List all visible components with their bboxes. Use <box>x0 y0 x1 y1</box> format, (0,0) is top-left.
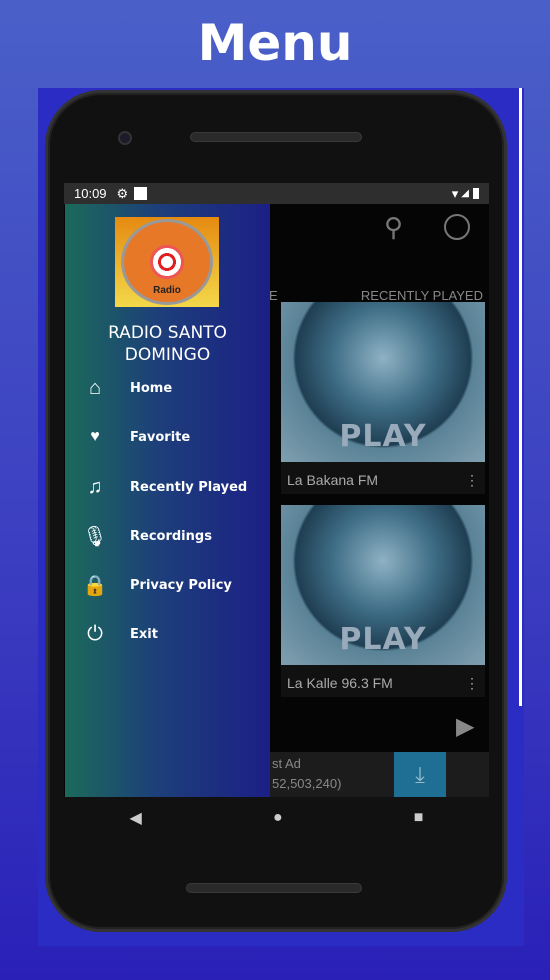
signal-icon: ◢ <box>461 188 469 199</box>
drawer-item-recently-played[interactable]: ♫ Recently Played <box>65 467 270 507</box>
more-icon[interactable]: ⋮ <box>465 675 479 692</box>
screen: 10:09 ⚙ ▾ ◢ ⚲ E RECENTLY PLAYED PLAY La … <box>64 183 489 797</box>
microphone-icon: 🎙 <box>82 525 108 548</box>
station-name: La Bakana FM <box>287 472 379 488</box>
drawer-item-exit[interactable]: ⏻ Exit <box>65 614 270 654</box>
drawer-item-recordings[interactable]: 🎙 Recordings <box>65 516 270 556</box>
more-icon[interactable]: ⋮ <box>465 472 479 489</box>
tab-partial[interactable]: E <box>269 288 278 303</box>
bottom-speaker <box>186 883 362 893</box>
station-art: PLAY <box>281 505 485 665</box>
power-icon[interactable] <box>444 214 470 240</box>
play-icon[interactable]: ▶ <box>456 712 474 741</box>
drawer-item-privacy-policy[interactable]: 🔒 Privacy Policy <box>65 565 270 605</box>
station-art: PLAY <box>281 302 485 462</box>
home-button-icon[interactable]: ● <box>273 809 283 827</box>
station-card[interactable]: PLAY La Bakana FM ⋮ <box>281 302 485 494</box>
navigation-drawer: Radio RADIO SANTO DOMINGO ⌂ Home ♥ Favorite… <box>65 204 270 797</box>
recents-icon[interactable]: ■ <box>414 809 424 827</box>
back-icon[interactable]: ◀ <box>130 808 142 828</box>
gear-icon: ⚙ <box>116 185 129 201</box>
search-icon[interactable]: ⚲ <box>384 212 403 243</box>
battery-icon <box>473 188 479 199</box>
status-time: 10:09 <box>74 186 107 201</box>
station-name: La Kalle 96.3 FM <box>287 675 393 691</box>
download-icon[interactable]: ⤓ <box>394 752 446 797</box>
music-note-icon: ♫ <box>87 475 103 498</box>
wifi-icon: ▾ <box>451 185 459 201</box>
edge-line <box>519 88 522 706</box>
drawer-item-home[interactable]: ⌂ Home <box>65 368 270 408</box>
app-logo: Radio <box>115 217 219 307</box>
app-name: RADIO SANTO DOMINGO <box>108 323 227 365</box>
camera <box>118 131 132 145</box>
ad-banner[interactable]: st Ad 52,503,240) ⤓ <box>270 752 489 797</box>
page-title: Menu <box>197 14 353 72</box>
station-card[interactable]: PLAY La Kalle 96.3 FM ⋮ <box>281 505 485 697</box>
heart-icon: ♥ <box>90 428 100 445</box>
status-bar: 10:09 ⚙ ▾ ◢ <box>64 183 489 204</box>
lock-icon: 🔒 <box>82 574 108 597</box>
home-icon: ⌂ <box>88 376 102 399</box>
drawer-item-favorite[interactable]: ♥ Favorite <box>65 417 270 457</box>
power-icon: ⏻ <box>87 622 103 645</box>
top-speaker <box>190 132 362 142</box>
tab-recently-played[interactable]: RECENTLY PLAYED <box>361 288 483 303</box>
nav-bar: ◀ ● ■ <box>64 797 489 839</box>
notification-icon <box>134 187 148 200</box>
